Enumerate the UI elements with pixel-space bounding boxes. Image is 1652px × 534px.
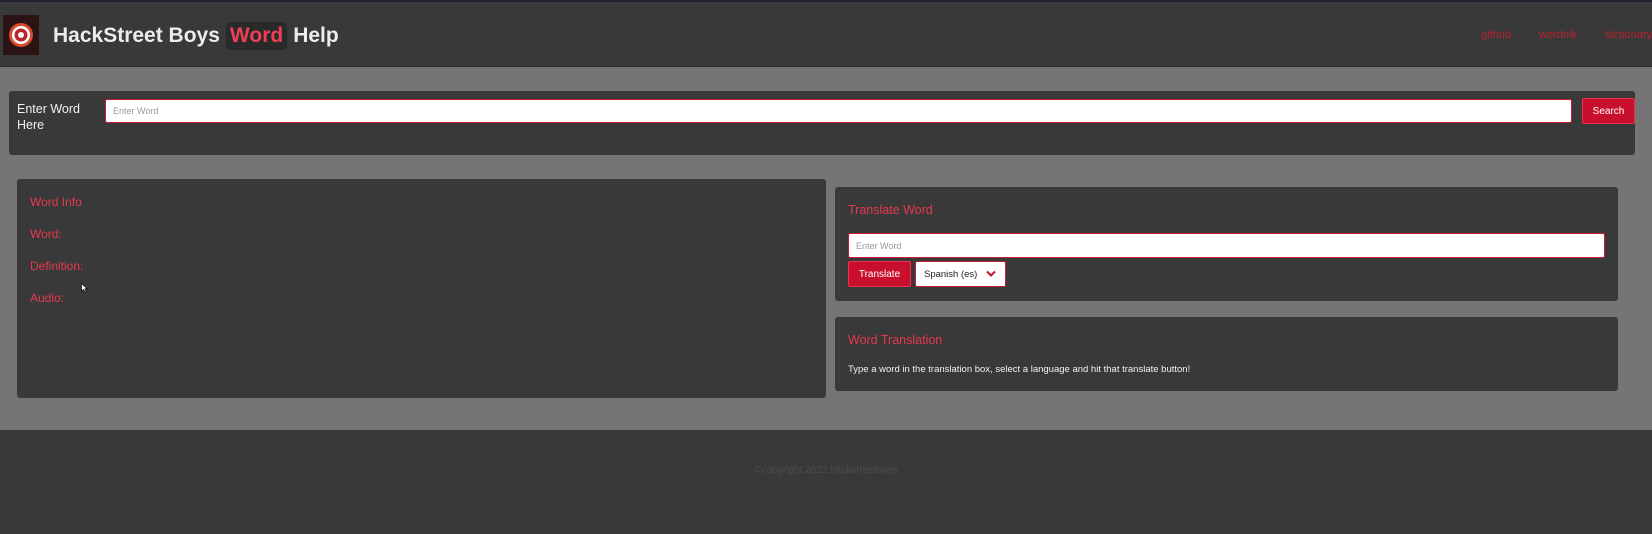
search-label: Enter Word Here	[17, 102, 80, 132]
brand-name: HackStreet Boys	[53, 24, 220, 47]
language-select[interactable]: Spanish (es)	[915, 261, 1006, 287]
translate-button[interactable]: Translate	[848, 261, 911, 287]
search-card: Enter Word Here Enter Word Search	[9, 91, 1635, 155]
word-translation-card: Word Translation Type a word in the tran…	[835, 317, 1618, 391]
language-selected-value: Spanish (es)	[924, 268, 978, 280]
word-info-title: Word Info	[30, 195, 82, 209]
word-label: Word:	[30, 227, 62, 241]
nav-link-github[interactable]: github	[1481, 29, 1511, 41]
definition-label: Definition:	[30, 259, 84, 273]
brand-highlight: Word	[225, 22, 288, 50]
brand-suffix: Help	[293, 24, 339, 47]
nav-link-wordnik[interactable]: wordnik	[1539, 29, 1577, 41]
navbar: HackStreet Boys Word Help github wordnik…	[0, 2, 1652, 67]
translate-card: Translate Word Enter Word Translate Span…	[835, 187, 1618, 301]
mouse-cursor-icon	[81, 280, 89, 298]
search-placeholder: Enter Word	[113, 106, 159, 116]
translation-message: Type a word in the translation box, sele…	[848, 364, 1191, 375]
footer: ©copyright 2022 hackstreetboys	[0, 430, 1652, 534]
nav-link-dictionary[interactable]: dictionary	[1605, 29, 1652, 41]
translate-title: Translate Word	[848, 203, 933, 217]
search-input[interactable]: Enter Word	[105, 99, 1572, 123]
translation-title: Word Translation	[848, 333, 943, 347]
eye-logo-icon[interactable]	[3, 15, 39, 55]
word-info-card: Word Info Word: Definition: Audio:	[17, 179, 826, 398]
brand-title[interactable]: HackStreet Boys Word Help	[53, 20, 339, 52]
search-button[interactable]: Search	[1582, 98, 1635, 124]
audio-label: Audio:	[30, 291, 65, 305]
translate-input[interactable]: Enter Word	[848, 233, 1605, 258]
translate-placeholder: Enter Word	[856, 240, 902, 251]
chevron-down-icon	[986, 270, 996, 281]
copyright-text: ©copyright 2022 hackstreetboys	[754, 465, 898, 476]
nav-links: github wordnik dictionary	[1481, 29, 1652, 41]
